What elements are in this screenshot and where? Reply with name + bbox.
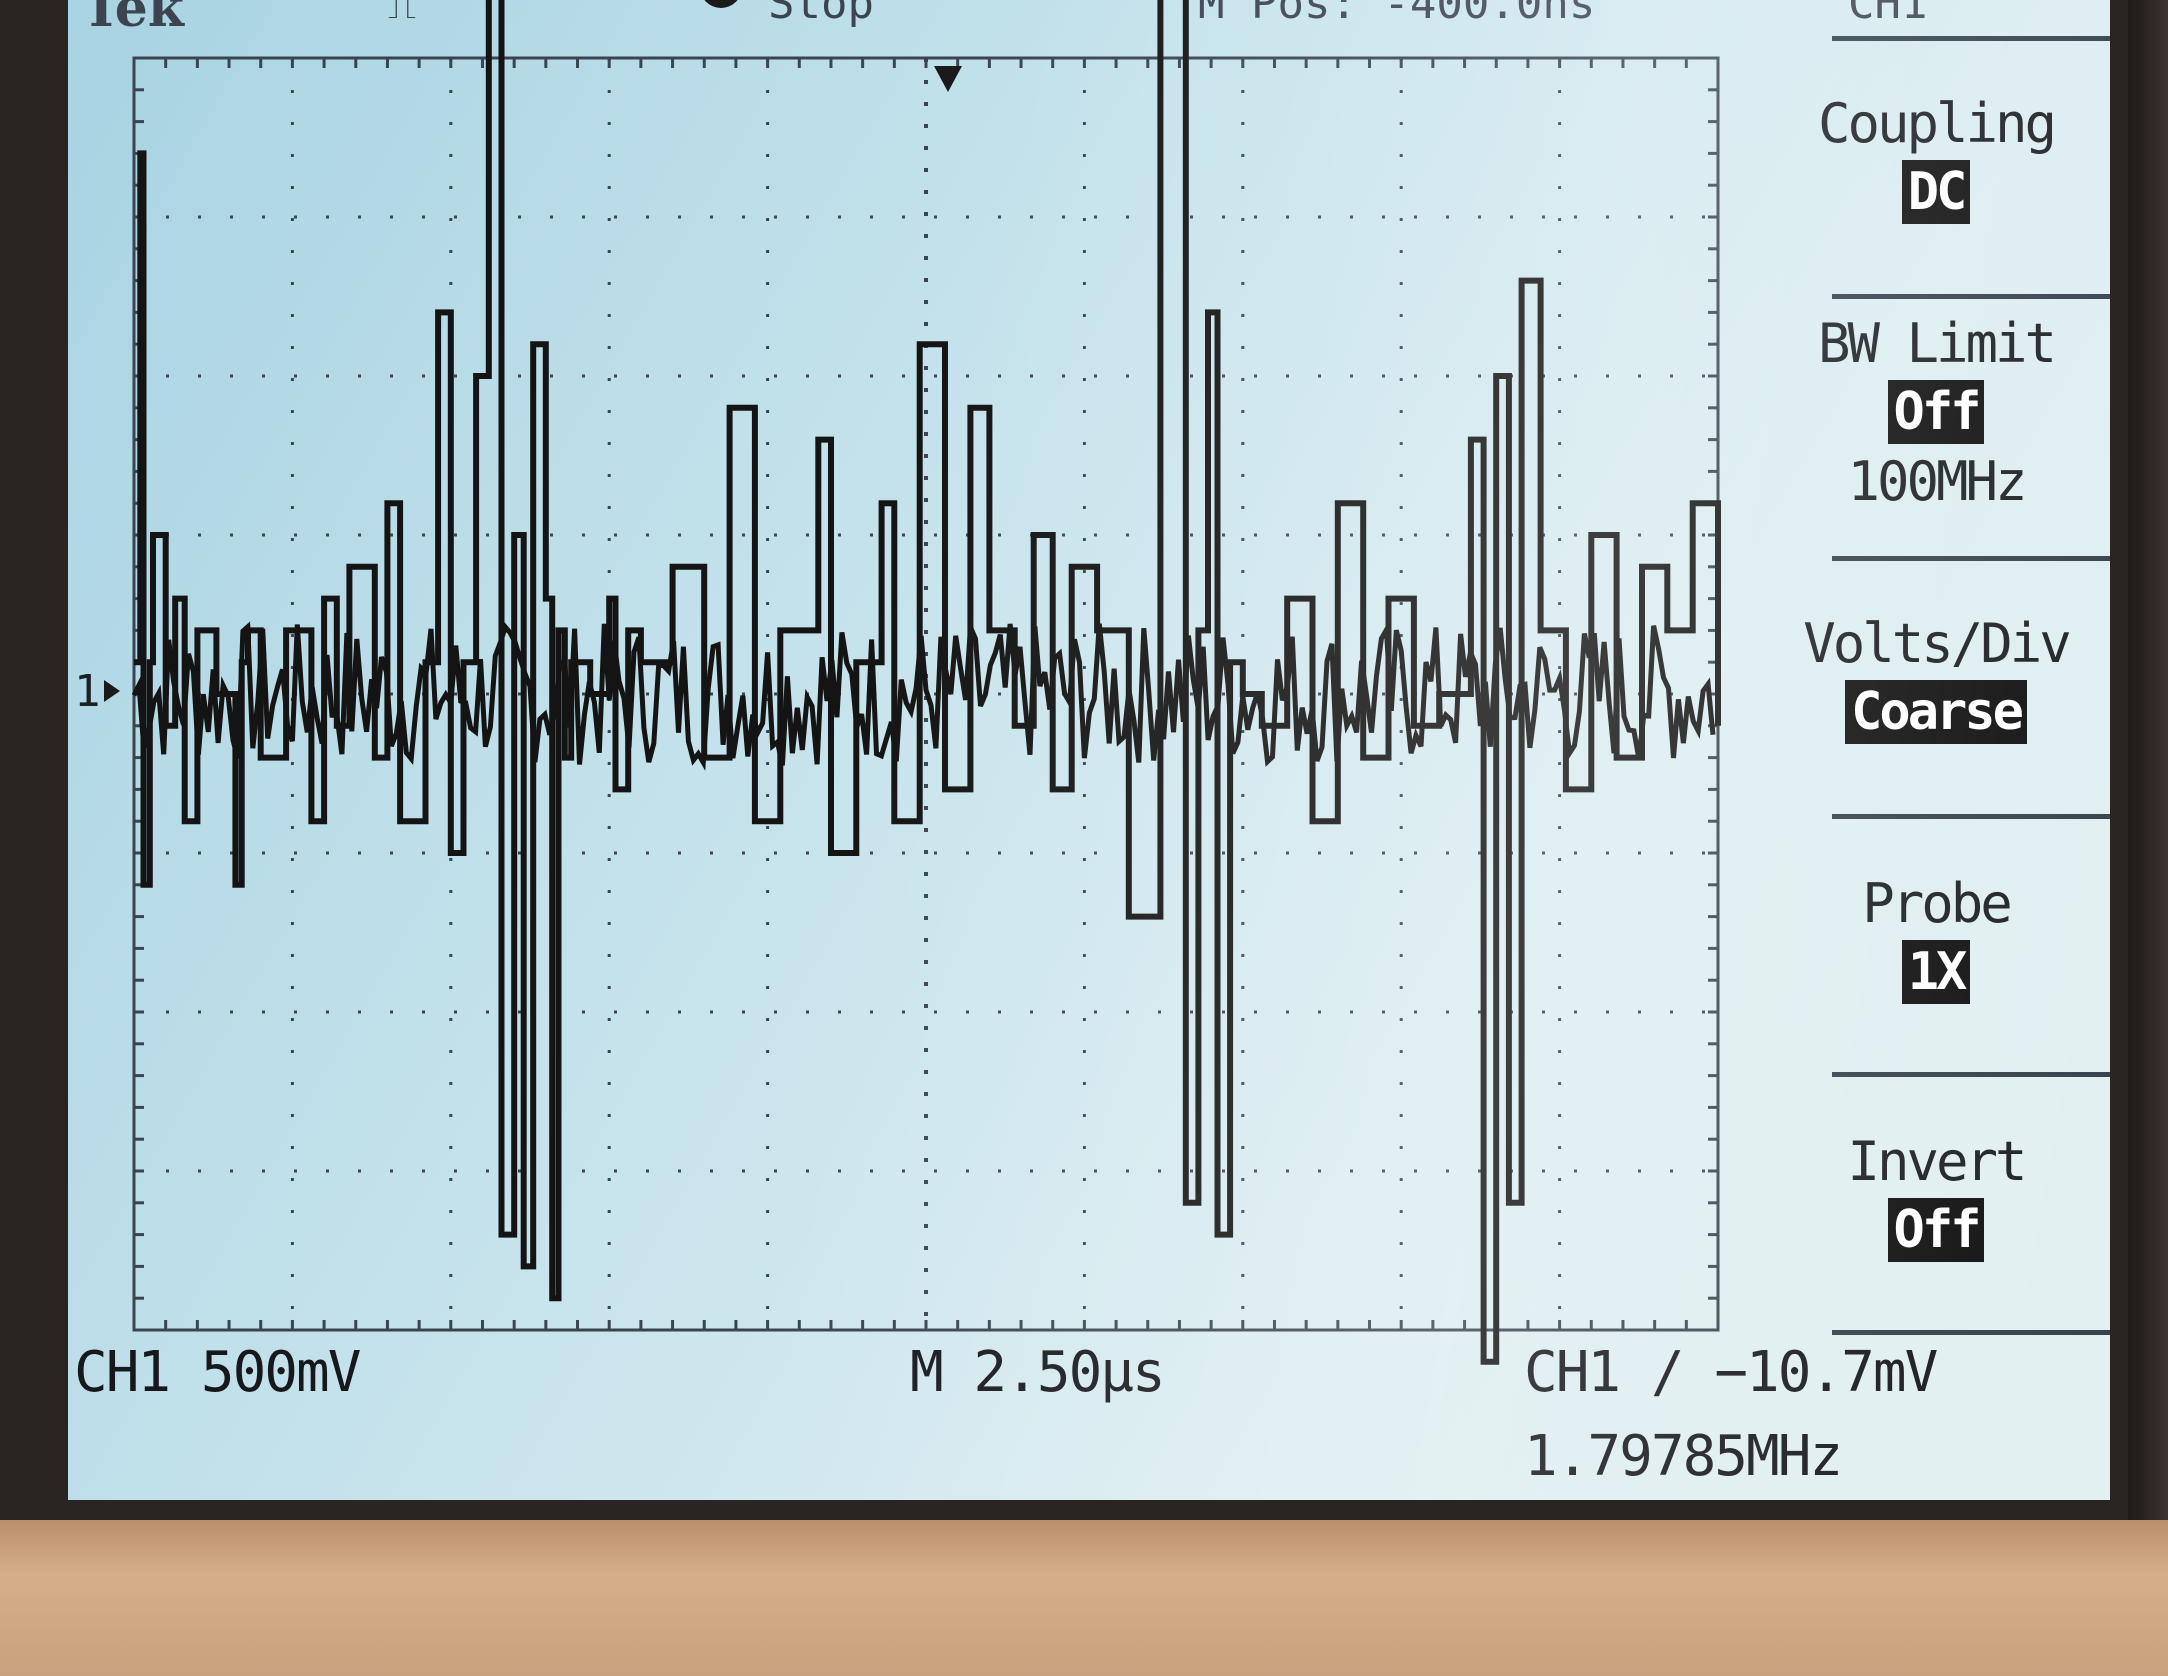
ch1-noise-band xyxy=(131,621,1716,771)
scope-bezel-edge xyxy=(2128,0,2168,1556)
ground-reference-marker xyxy=(104,680,120,702)
scope-case xyxy=(0,1520,2168,1676)
channel-scale-readout: CH1 500mV xyxy=(74,1340,361,1405)
waveform-display: 1 xyxy=(74,0,1721,1365)
side-menu: Coupling DC BW Limit Off 100MHz Volts/Di… xyxy=(1762,0,2110,1500)
coupling-softkey[interactable]: Coupling DC xyxy=(1762,92,2110,224)
probe-value: 1X xyxy=(1901,940,1971,1004)
timebase-readout: M 2.50µs xyxy=(910,1340,1166,1405)
menu-divider xyxy=(1832,1072,2110,1077)
bw-limit-bandwidth: 100MHz xyxy=(1847,450,2027,513)
menu-divider xyxy=(1832,36,2110,41)
scope-screen: Tek ⎍ Stop M Pos: -400.0ns CH1 1 CH1 500… xyxy=(68,0,2110,1500)
menu-divider xyxy=(1832,814,2110,819)
volts-div-label: Volts/Div xyxy=(1803,612,2072,675)
coupling-value: DC xyxy=(1901,160,1971,224)
ch1-trace xyxy=(131,0,1721,1365)
volts-div-value: Coarse xyxy=(1845,680,2027,744)
menu-divider xyxy=(1832,294,2110,299)
bw-limit-label: BW Limit xyxy=(1817,312,2057,375)
menu-divider xyxy=(1832,1330,2110,1335)
invert-softkey[interactable]: Invert Off xyxy=(1762,1130,2110,1262)
bw-limit-softkey[interactable]: BW Limit Off 100MHz xyxy=(1762,312,2110,514)
probe-softkey[interactable]: Probe 1X xyxy=(1762,872,2110,1004)
bw-limit-value: Off xyxy=(1887,380,1985,444)
invert-label: Invert xyxy=(1847,1130,2027,1193)
trigger-position-marker xyxy=(934,66,962,92)
coupling-label: Coupling xyxy=(1817,92,2057,155)
invert-value: Off xyxy=(1887,1198,1985,1262)
menu-divider xyxy=(1832,556,2110,561)
ground-reference-label: 1 xyxy=(74,666,101,717)
probe-label: Probe xyxy=(1862,872,2013,935)
volts-div-softkey[interactable]: Volts/Div Coarse xyxy=(1762,612,2110,744)
